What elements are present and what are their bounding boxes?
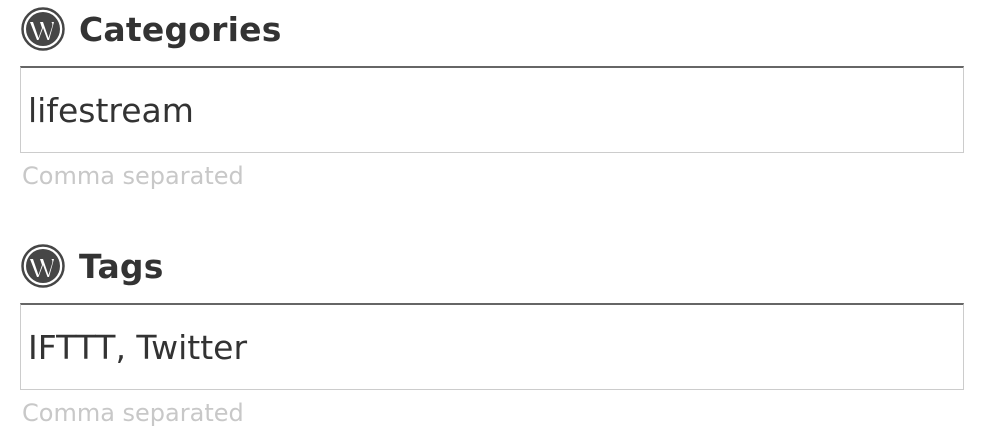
categories-label: Categories xyxy=(79,9,282,49)
categories-input[interactable] xyxy=(20,66,964,153)
categories-hint: Comma separated xyxy=(22,162,244,190)
tags-field-group: Tags Comma separated xyxy=(20,242,964,426)
categories-field-group: Categories Comma separated xyxy=(20,5,964,189)
tags-hint: Comma separated xyxy=(22,399,244,427)
tags-input[interactable] xyxy=(20,303,964,390)
wordpress-icon xyxy=(21,7,65,51)
categories-header: Categories xyxy=(20,5,964,53)
tags-header: Tags xyxy=(20,242,964,290)
tags-label: Tags xyxy=(79,246,164,286)
wordpress-icon xyxy=(21,244,65,288)
